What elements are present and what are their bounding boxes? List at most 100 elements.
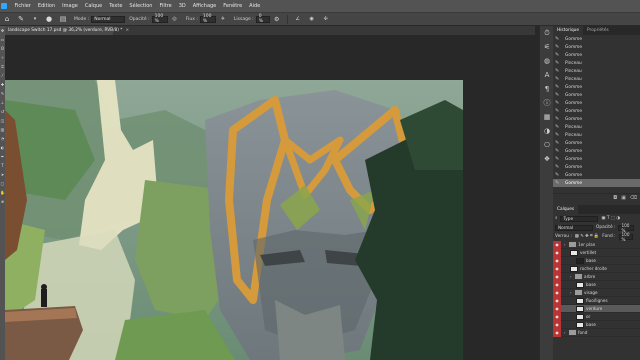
layer-row[interactable]: ◉ verdure <box>553 304 640 313</box>
history-item[interactable]: ✎ Gomme <box>553 107 640 115</box>
layer-group[interactable]: ◉ › visage <box>553 288 640 297</box>
history-item[interactable]: ✎ Pinceau <box>553 123 640 131</box>
visibility-eye-icon[interactable]: ◉ <box>553 272 561 281</box>
styles-panel-icon[interactable]: ❖ <box>540 152 554 166</box>
history-panel-icon[interactable]: ⏱ <box>540 26 554 40</box>
brush-preset-icon[interactable]: ● <box>45 15 53 23</box>
visibility-eye-icon[interactable]: ◉ <box>553 304 561 313</box>
character-panel-icon[interactable]: A <box>540 68 554 82</box>
visibility-eye-icon[interactable]: ◉ <box>553 288 561 297</box>
visibility-eye-icon[interactable]: ◉ <box>553 264 561 273</box>
history-item-label: Pinceau <box>565 68 582 74</box>
history-item[interactable]: ✎ Pinceau <box>553 75 640 83</box>
opacity-field[interactable]: 100 % <box>151 14 168 24</box>
history-item[interactable]: ✎ Gomme <box>553 147 640 155</box>
history-item[interactable]: ✎ Gomme <box>553 115 640 123</box>
pressure-size-icon[interactable]: ◉ <box>308 15 316 23</box>
trash-icon[interactable]: ⌫ <box>630 195 637 201</box>
canvas-artwork[interactable] <box>5 80 463 360</box>
layers-opacity-field[interactable]: 100 % <box>618 223 635 233</box>
layers-blend-select[interactable]: Normal <box>555 224 593 231</box>
history-item[interactable]: ✎ Pinceau <box>553 67 640 75</box>
photoshop-logo-icon[interactable] <box>1 3 7 9</box>
tool-options-bar: ⌂ ✎ ▾ ● ▤ Mode : Normal Opacité : 100 % … <box>0 12 640 26</box>
lock-icons[interactable]: ▩ ✎ ✥ ⌗ 🔒 <box>575 234 600 239</box>
visibility-eye-icon[interactable]: ◉ <box>553 296 561 305</box>
layer-row[interactable]: ◉ vertillet <box>553 248 640 257</box>
swatches-panel-icon[interactable]: ▦ <box>540 110 554 124</box>
visibility-eye-icon[interactable]: ◉ <box>553 280 561 289</box>
menu-3d[interactable]: 3D <box>175 3 189 9</box>
tab-history[interactable]: Historique <box>553 26 584 35</box>
document-tab[interactable]: landscape Switch 17.psd @ 36,2% (verdure… <box>5 26 129 35</box>
canvas-area[interactable] <box>5 35 535 360</box>
history-item[interactable]: ✎ Gomme <box>553 139 640 147</box>
visibility-eye-icon[interactable]: ◉ <box>553 248 561 257</box>
history-item[interactable]: ✎ Gomme <box>553 179 640 187</box>
gear-icon[interactable]: ⚙ <box>273 15 281 23</box>
visibility-eye-icon[interactable]: ◉ <box>553 240 561 249</box>
layer-row[interactable]: ◉ rocher droite <box>553 264 640 273</box>
layer-row[interactable]: ◉ base <box>553 280 640 289</box>
history-item[interactable]: ✎ Gomme <box>553 35 640 43</box>
chevron-down-icon[interactable]: ▾ <box>31 15 39 23</box>
tab-properties[interactable]: Propriétés <box>583 26 613 35</box>
visibility-eye-icon[interactable]: ◉ <box>553 312 561 321</box>
layer-group[interactable]: ◉ › fond <box>553 328 640 337</box>
history-item[interactable]: ✎ Gomme <box>553 155 640 163</box>
visibility-eye-icon[interactable]: ◉ <box>553 328 561 337</box>
adjustments-panel-icon[interactable]: ◑ <box>540 124 554 138</box>
layers-fill-field[interactable]: 100 % <box>618 232 633 242</box>
flow-field[interactable]: 100 % <box>199 14 216 24</box>
visibility-eye-icon[interactable]: ◉ <box>553 256 561 265</box>
close-icon[interactable]: × <box>125 28 129 33</box>
info-panel-icon[interactable]: ⓘ <box>540 96 554 110</box>
menu-calque[interactable]: Calque <box>81 3 105 9</box>
visibility-eye-icon[interactable]: ◉ <box>553 320 561 329</box>
smoothing-field[interactable]: 0 % <box>255 14 270 24</box>
brush-settings-panel-icon[interactable]: ⚟ <box>540 40 554 54</box>
layer-row[interactable]: ◉ base <box>553 320 640 329</box>
menu-texte[interactable]: Texte <box>106 3 126 9</box>
home-icon[interactable]: ⌂ <box>3 15 11 23</box>
brush-settings-icon[interactable]: ▤ <box>59 15 67 23</box>
filter-icons[interactable]: ▣ T ⬚ ◑ <box>601 216 620 221</box>
menu-edition[interactable]: Edition <box>34 3 58 9</box>
layer-group[interactable]: ◉ › arbre <box>553 272 640 281</box>
paths-panel-icon[interactable]: ⎔ <box>540 138 554 152</box>
history-item[interactable]: ✎ Gomme <box>553 51 640 59</box>
color-panel-icon[interactable]: ◍ <box>540 54 554 68</box>
layers-filter-select[interactable]: Type <box>560 215 599 222</box>
menu-affichage[interactable]: Affichage <box>189 3 220 9</box>
layer-row[interactable]: ◉ fluo/lignes <box>553 296 640 305</box>
history-item[interactable]: ✎ Gomme <box>553 43 640 51</box>
menu-filtre[interactable]: Filtre <box>156 3 175 9</box>
history-item[interactable]: ✎ Gomme <box>553 163 640 171</box>
layer-group[interactable]: ◉ › 1er plan <box>553 240 640 249</box>
menu-aide[interactable]: Aide <box>246 3 264 9</box>
menu-fenetre[interactable]: Fenêtre <box>220 3 246 9</box>
folder-icon <box>569 330 576 335</box>
history-item[interactable]: ✎ Gomme <box>553 83 640 91</box>
history-step-icon: ✎ <box>555 140 560 146</box>
airbrush-icon[interactable]: ✈ <box>219 15 227 23</box>
history-item[interactable]: ✎ Gomme <box>553 171 640 179</box>
angle-icon[interactable]: ∠ <box>294 15 302 23</box>
pressure-opacity-icon[interactable]: ◎ <box>171 15 179 23</box>
history-item[interactable]: ✎ Gomme <box>553 91 640 99</box>
history-item[interactable]: ✎ Pinceau <box>553 131 640 139</box>
menu-fichier[interactable]: Fichier <box>11 3 34 9</box>
tab-layers[interactable]: Calques <box>553 205 579 214</box>
symmetry-icon[interactable]: ✣ <box>322 15 330 23</box>
brush-tool-icon[interactable]: ✎ <box>17 15 25 23</box>
camera-icon[interactable]: ▣ <box>621 195 626 201</box>
mode-select[interactable]: Normal <box>91 15 126 23</box>
history-item[interactable]: ✎ Gomme <box>553 99 640 107</box>
snapshot-icon[interactable]: ◘ <box>613 195 617 201</box>
layer-row[interactable]: ◉ base <box>553 256 640 265</box>
menu-selection[interactable]: Sélection <box>126 3 156 9</box>
menu-image[interactable]: Image <box>59 3 82 9</box>
history-item[interactable]: ✎ Pinceau <box>553 59 640 67</box>
layer-row[interactable]: ◉ or <box>553 312 640 321</box>
paragraph-panel-icon[interactable]: ¶ <box>540 82 554 96</box>
